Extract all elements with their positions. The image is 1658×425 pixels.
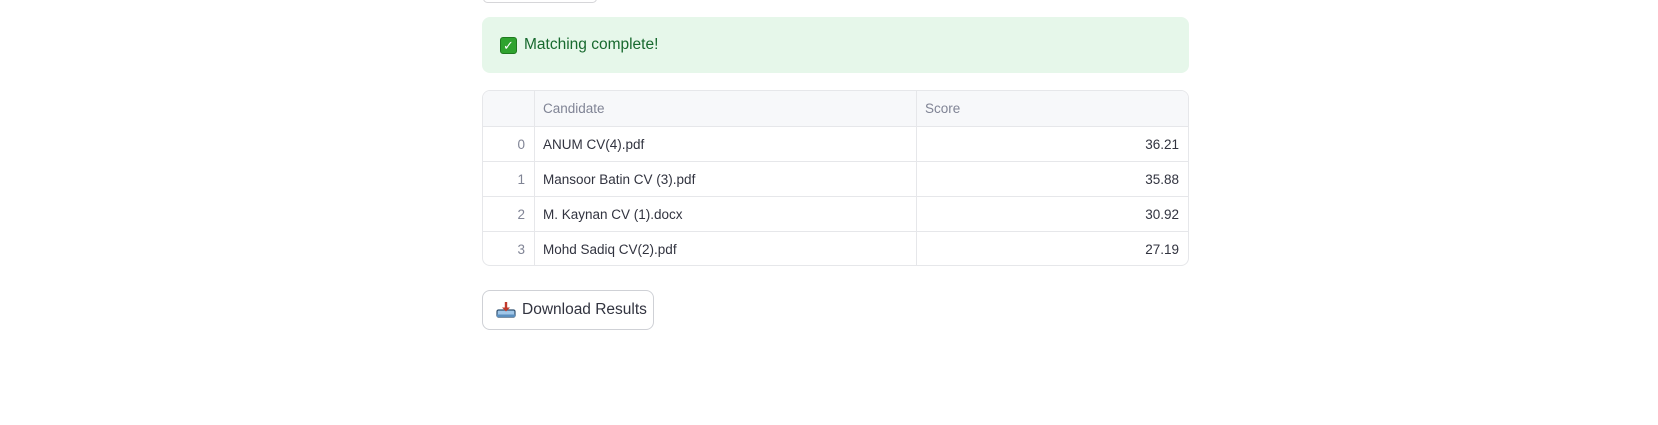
results-table: Candidate Score 0 ANUM CV(4).pdf 36.21 1… <box>482 90 1189 266</box>
download-results-button[interactable]: Download Results <box>482 290 654 330</box>
candidate-cell[interactable]: M. Kaynan CV (1).docx <box>534 197 916 231</box>
score-cell[interactable]: 36.21 <box>916 127 1188 161</box>
candidate-header[interactable]: Candidate <box>534 91 916 126</box>
table-row: 3 Mohd Sadiq CV(2).pdf 27.19 <box>483 231 1188 265</box>
download-results-label: Download Results <box>522 301 647 318</box>
table-header: Candidate Score <box>483 91 1188 126</box>
inbox-tray-icon <box>496 302 516 318</box>
candidate-cell[interactable]: Mansoor Batin CV (3).pdf <box>534 162 916 196</box>
row-index: 2 <box>517 206 525 222</box>
table-row: 2 M. Kaynan CV (1).docx 30.92 <box>483 196 1188 231</box>
score-cell[interactable]: 30.92 <box>916 197 1188 231</box>
row-index: 3 <box>517 241 525 257</box>
table-row: 1 Mansoor Batin CV (3).pdf 35.88 <box>483 161 1188 196</box>
check-mark-icon: ✓ <box>500 36 517 54</box>
row-index: 0 <box>517 136 525 152</box>
index-header[interactable] <box>483 91 534 126</box>
previous-button-edge[interactable] <box>483 0 597 3</box>
success-alert: ✓ Matching complete! <box>482 17 1189 73</box>
candidate-cell[interactable]: Mohd Sadiq CV(2).pdf <box>534 232 916 265</box>
score-cell[interactable]: 35.88 <box>916 162 1188 196</box>
success-message: Matching complete! <box>524 36 659 53</box>
candidate-cell[interactable]: ANUM CV(4).pdf <box>534 127 916 161</box>
score-cell[interactable]: 27.19 <box>916 232 1188 265</box>
table-row: 0 ANUM CV(4).pdf 36.21 <box>483 126 1188 161</box>
row-index: 1 <box>517 171 525 187</box>
score-header[interactable]: Score <box>916 91 1188 126</box>
